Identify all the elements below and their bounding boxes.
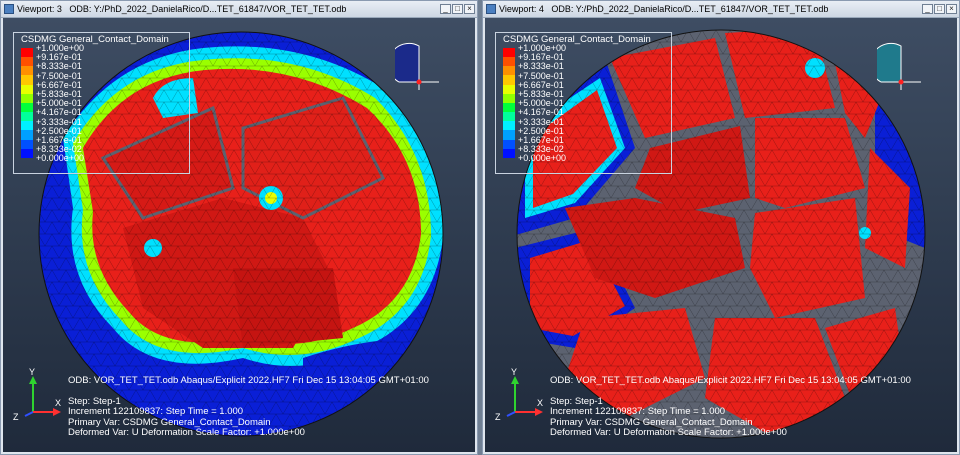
viewport-3-title: Viewport: 3 ODB: Y:/PhD_2022_DanielaRico… [17, 4, 347, 14]
viewport-4-titlebar[interactable]: Viewport: 4 ODB: Y:/PhD_2022_DanielaRico… [483, 1, 959, 18]
viewport-3-titlebar[interactable]: Viewport: 3 ODB: Y:/PhD_2022_DanielaRico… [1, 1, 477, 18]
viewport-4-title: Viewport: 4 ODB: Y:/PhD_2022_DanielaRico… [499, 4, 829, 14]
viewport-icon [486, 4, 496, 14]
viewport-4-canvas[interactable]: CSDMG General_Contact_Domain +1.000e+00 … [485, 18, 957, 452]
increment-info: Increment 122109837: Step Time = 1.000 [550, 406, 726, 417]
minimize-button[interactable]: _ [922, 4, 933, 14]
maximize-button[interactable]: □ [452, 4, 463, 14]
legend-color-bar [21, 48, 33, 158]
deformed-var-info: Deformed Var: U Deformation Scale Factor… [550, 427, 787, 438]
viewport-3-window[interactable]: Viewport: 3 ODB: Y:/PhD_2022_DanielaRico… [0, 0, 478, 455]
axis-y-label: Y [29, 368, 35, 377]
orientation-glyph [395, 42, 439, 90]
info-block: ODB: VOR_TET_TET.odb Abaqus/Explicit 202… [550, 375, 911, 439]
axis-z-label: Z [495, 412, 501, 422]
axis-triad: Y X Z [13, 368, 61, 422]
axis-x-label: X [537, 398, 543, 408]
odb-info-line: ODB: VOR_TET_TET.odb Abaqus/Explicit 202… [550, 375, 911, 386]
axis-x-label: X [55, 398, 61, 408]
close-button[interactable]: × [946, 4, 957, 14]
legend-color-bar [503, 48, 515, 158]
minimize-button[interactable]: _ [440, 4, 451, 14]
viewport-4-window[interactable]: Viewport: 4 ODB: Y:/PhD_2022_DanielaRico… [482, 0, 960, 455]
viewport-icon [4, 4, 14, 14]
axis-z-label: Z [13, 412, 19, 422]
close-button[interactable]: × [464, 4, 475, 14]
legend-value: +0.000e+00 [518, 153, 567, 164]
info-block: ODB: VOR_TET_TET.odb Abaqus/Explicit 202… [68, 375, 429, 439]
increment-info: Increment 122109837: Step Time = 1.000 [68, 406, 244, 417]
legend-value: +0.000e+00 [36, 153, 85, 164]
legend-values: +1.000e+00 +9.167e-01 +8.333e-01 +7.500e… [36, 43, 85, 164]
maximize-button[interactable]: □ [934, 4, 945, 14]
orientation-glyph [877, 42, 921, 90]
deformed-var-info: Deformed Var: U Deformation Scale Factor… [68, 427, 305, 438]
legend-values: +1.000e+00 +9.167e-01 +8.333e-01 +7.500e… [518, 43, 567, 164]
axis-triad: Y X Z [495, 368, 543, 422]
axis-y-label: Y [511, 368, 517, 377]
viewport-3-canvas[interactable]: CSDMG General_Contact_Domain +1.000e+00 … [3, 18, 475, 452]
odb-info-line: ODB: VOR_TET_TET.odb Abaqus/Explicit 202… [68, 375, 429, 386]
